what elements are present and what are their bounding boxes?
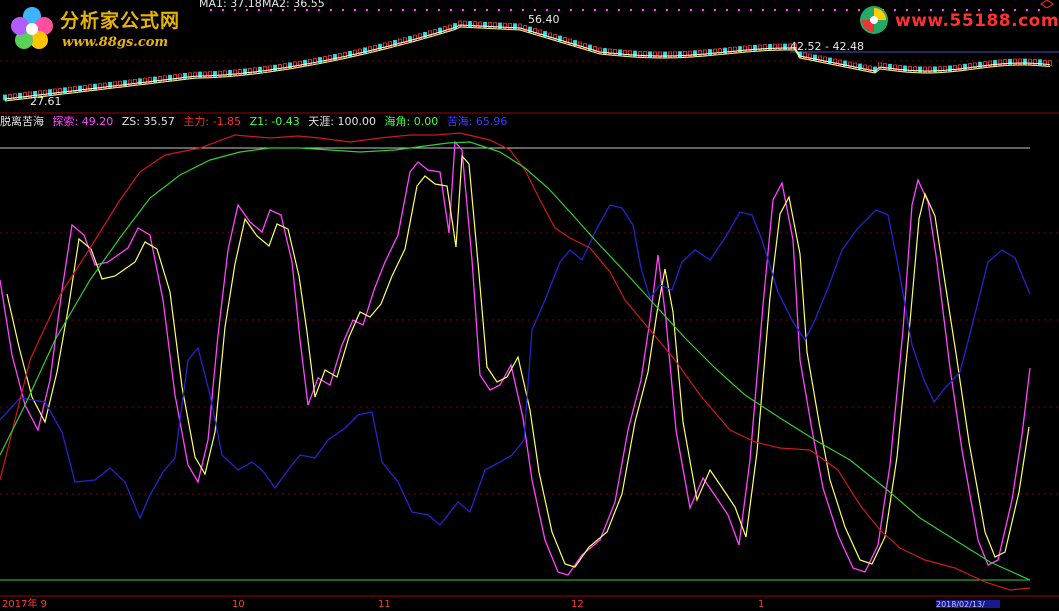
site-logo-title[interactable]: 分析家公式网 [60,6,180,33]
flower-logo-icon [11,7,53,49]
kuhai-line [0,204,1031,526]
legend-z1: Z1: -0.43 [249,115,300,128]
signal-dot [810,9,812,11]
signal-dot [774,9,776,11]
signal-dot [474,9,476,11]
cursor-date-box: 2018/02/13/ [936,600,1000,608]
indicator-name: 脱离苦海 [0,115,44,128]
signal-dot [714,9,716,11]
signal-dot [846,9,848,11]
signal-dot [630,9,632,11]
indicator-chart[interactable] [0,0,1059,608]
signal-dot [666,9,668,11]
signal-dot [822,9,824,11]
signal-dot [798,9,800,11]
signal-dot [354,9,356,11]
signal-dot [834,9,836,11]
swirl-logo-icon [860,6,888,34]
signal-dot [330,9,332,11]
low-price-label: 27.61 [30,95,62,108]
signal-dot [426,9,428,11]
signal-dot [738,9,740,11]
site-url-right[interactable]: www.55188.com [895,11,1059,31]
signal-dot [642,9,644,11]
signal-dot [390,9,392,11]
signal-dot [450,9,452,11]
tansuo-line [0,140,1031,576]
signal-dot [618,9,620,11]
legend-tianya: 天涯: 100.00 [308,115,376,128]
site-logo-url[interactable]: www.88gs.com [62,35,168,50]
signal-dot [366,9,368,11]
signal-dot [582,9,584,11]
date-label-oct: 10 [232,599,245,610]
signal-dot [750,9,752,11]
range-price-label: 42.52 - 42.48 [790,40,864,53]
legend-tansuo: 探索: 49.20 [52,115,114,128]
indicator-legend: 脱离苦海 探索: 49.20 ZS: 35.57 主力: -1.85 Z1: -… [0,115,512,129]
diamond-marker-icon [1040,0,1054,8]
signal-dot [522,9,524,11]
signal-dot [654,9,656,11]
signal-dot [510,9,512,11]
signal-dot [594,9,596,11]
signal-dot [762,9,764,11]
legend-kuhai: 苦海: 65.96 [446,115,508,128]
signal-dot [402,9,404,11]
signal-dot [570,9,572,11]
legend-zs: ZS: 35.57 [121,115,175,128]
date-label-start: 2017年 9 [2,599,47,610]
signal-dot [342,9,344,11]
zs-line [6,154,1030,568]
cursor-date-label: 2018/02/13/ [936,600,985,608]
legend-haijiao: 海角: 0.00 [384,115,439,128]
signal-dot [498,9,500,11]
signal-dot [726,9,728,11]
high-price-label: 56.40 [528,13,560,26]
signal-dot [690,9,692,11]
signal-dot [414,9,416,11]
date-label-nov: 11 [378,599,391,610]
signal-dot [378,9,380,11]
signal-dot [558,9,560,11]
signal-dot [606,9,608,11]
date-label-jan: 1 [758,599,765,610]
signal-dot [438,9,440,11]
date-label-dec: 12 [571,599,584,610]
signal-dot [486,9,488,11]
signal-dot [546,9,548,11]
signal-dot [702,9,704,11]
signal-dot [678,9,680,11]
ma2-label: MA2: 36.55 [262,0,325,10]
signal-dot [462,9,464,11]
signal-dot [786,9,788,11]
ma1-label: MA1: 37.18 [199,0,262,10]
z1-line [0,141,1031,581]
legend-zhuli: 主力: -1.85 [183,115,242,128]
signal-dot [534,9,536,11]
chart-window: 分析家公式网 www.88gs.com www.55188.com MA1: 3… [0,0,1059,610]
